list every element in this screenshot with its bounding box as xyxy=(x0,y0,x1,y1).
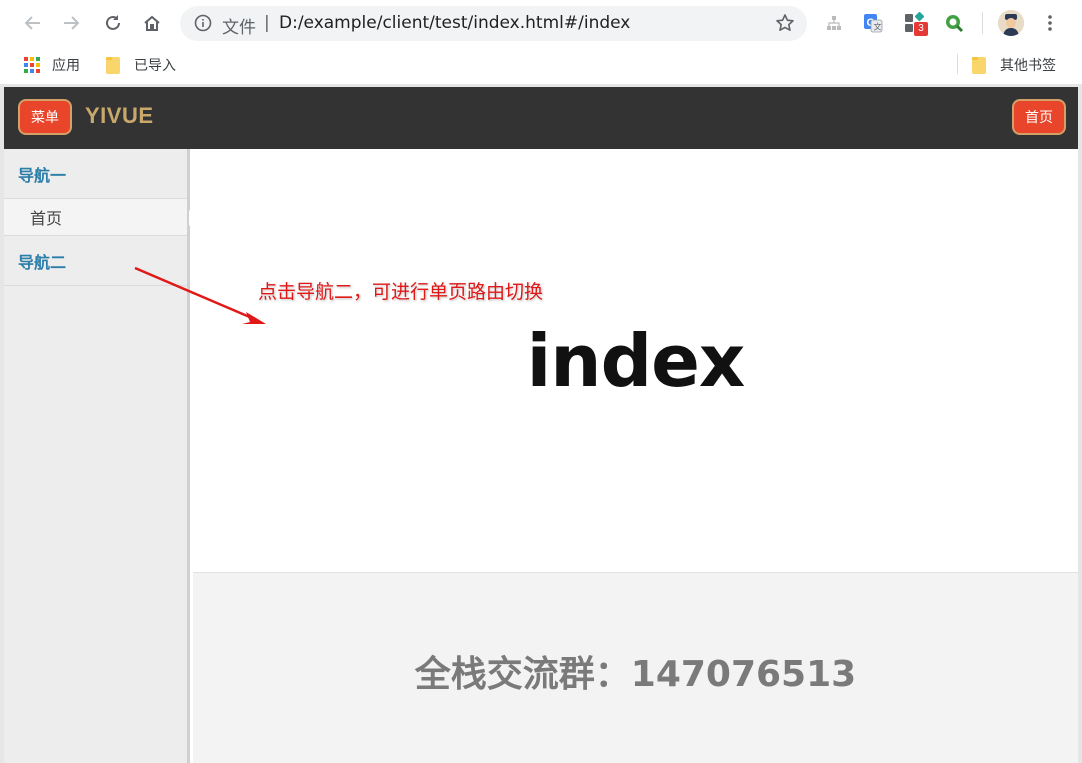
search-ext-icon[interactable] xyxy=(943,12,965,34)
bookmark-other-label: 其他书签 xyxy=(1000,58,1056,74)
address-bar[interactable]: 文件 | D:/example/client/test/index.html#/… xyxy=(180,6,807,41)
app-logo: YIVUE xyxy=(85,103,154,128)
extensions-icon[interactable]: 3 xyxy=(903,11,928,36)
bookmark-other[interactable]: 其他书签 xyxy=(972,55,1056,75)
back-icon[interactable] xyxy=(22,12,44,34)
annotation-text: 点击导航二，可进行单页路由切换 xyxy=(258,281,544,303)
footer-text: 全栈交流群：147076513 xyxy=(414,654,857,695)
nav-group-1[interactable]: 导航一 xyxy=(4,149,187,199)
menu-button[interactable]: 菜单 xyxy=(18,99,72,135)
annotation-arrow xyxy=(134,266,266,324)
browser-toolbar: 文件 | D:/example/client/test/index.html#/… xyxy=(0,0,1082,46)
window-frame-right xyxy=(1078,84,1082,763)
main-content: index xyxy=(193,149,1078,572)
apps-icon xyxy=(24,57,40,73)
url-separator: | xyxy=(264,13,270,33)
url-scheme-label: 文件 xyxy=(222,18,256,38)
folder-icon xyxy=(106,56,120,74)
nav-item-home-label: 首页 xyxy=(30,209,63,228)
bookmarks-bar: 应用 已导入 其他书签 xyxy=(0,46,1082,84)
app-header: 菜单 YIVUE 首页 xyxy=(4,87,1078,149)
bookmarks-divider xyxy=(957,54,958,74)
more-icon[interactable] xyxy=(1040,13,1060,33)
star-icon[interactable] xyxy=(775,13,795,33)
info-icon[interactable] xyxy=(194,14,212,32)
bookmark-apps-label: 应用 xyxy=(52,58,80,74)
svg-text:文: 文 xyxy=(874,22,882,32)
sidebar: 导航一 首页 导航二 xyxy=(4,149,197,763)
reload-icon[interactable] xyxy=(102,12,124,34)
page-title: index xyxy=(526,319,746,403)
toolbar-divider xyxy=(982,12,983,34)
bookmark-apps[interactable]: 应用 xyxy=(24,55,80,75)
extension-badge: 3 xyxy=(914,22,928,36)
footer: 全栈交流群：147076513 xyxy=(193,572,1078,763)
nav-item-home[interactable]: 首页 xyxy=(4,199,197,236)
url-text[interactable]: D:/example/client/test/index.html#/index xyxy=(279,13,630,33)
home-button[interactable]: 首页 xyxy=(1012,99,1066,135)
bookmark-imported-label: 已导入 xyxy=(134,58,176,74)
avatar[interactable] xyxy=(998,10,1024,36)
home-icon[interactable] xyxy=(141,12,163,34)
folder-icon xyxy=(972,56,986,74)
bookmark-imported[interactable]: 已导入 xyxy=(106,55,176,75)
sitemap-icon[interactable] xyxy=(823,12,845,34)
forward-icon[interactable] xyxy=(60,12,82,34)
translate-icon[interactable]: G文 xyxy=(862,12,884,34)
